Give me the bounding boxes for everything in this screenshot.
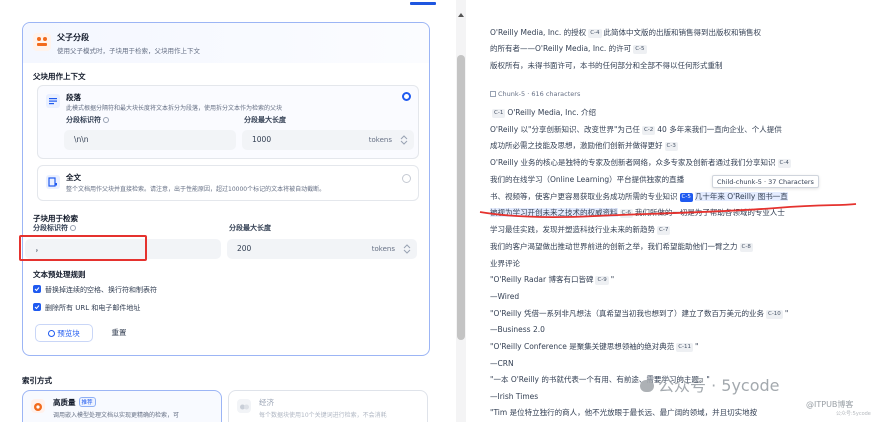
parent-child-header: 父子分段 使用父子模式时，子块用于检索，父块用作上下文: [23, 23, 429, 63]
child-maxlen-unit: tokens: [371, 245, 395, 253]
parent-separator-input[interactable]: \n\n: [64, 130, 236, 150]
preview-line: "O'Reilly Radar 博客有口皆碑 C-9 ": [490, 275, 615, 285]
chunk-tag: C-9: [595, 276, 609, 285]
parent-context-title: 父块用作上下文: [33, 72, 86, 81]
rule2-checkbox[interactable]: [33, 303, 41, 311]
preview-line: —Wired: [490, 292, 520, 301]
preview-line: —Business 2.0: [490, 325, 545, 334]
parent-child-mode-card[interactable]: 父子分段 使用父子模式时，子块用于检索，父块用作上下文 父块用作上下文 段落 此…: [22, 22, 430, 356]
rule2-label: 删除所有 URL 和电子邮件地址: [45, 304, 141, 312]
paragraph-desc: 此模式根据分隔符和最大块长度将文本拆分为段落，使用拆分文本作为检索的父块: [66, 105, 283, 112]
watermark-tiny: 公众号:5ycode: [836, 411, 871, 417]
rule1-label: 替换掉连续的空格、换行符和制表符: [45, 286, 157, 294]
stepper-icon[interactable]: [400, 134, 408, 146]
top-strip: [0, 0, 452, 14]
parent-maxlen-input[interactable]: 1000 tokens: [242, 130, 414, 150]
paragraph-icon: [46, 94, 60, 108]
economy-title: 经济: [259, 398, 274, 407]
paragraph-radio[interactable]: [402, 92, 411, 101]
preprocess-title: 文本预处理规则: [33, 270, 86, 279]
annotation-highlight-box: [19, 235, 147, 261]
high-quality-icon: [31, 399, 45, 413]
step-indicator: [410, 2, 436, 5]
stepper-icon[interactable]: [403, 243, 411, 255]
preview-icon: [48, 330, 56, 337]
fulltext-title: 全文: [66, 173, 81, 182]
scrollbar-thumb[interactable]: [457, 55, 465, 340]
parent-child-title: 父子分段: [57, 33, 89, 42]
high-quality-title: 高质量 推荐: [53, 397, 96, 408]
fulltext-option[interactable]: 全文 整个文档用作父块并直接检索。请注意，出于性能原因，超过10000个标记的文…: [37, 165, 419, 201]
preview-line: 我们的客户渴望做出推动世界前进的创新之举，我们希望能助他们一臂之力 C-8: [490, 242, 753, 252]
watermark: 公众号 · 5ycode: [640, 372, 780, 396]
paragraph-title: 段落: [66, 93, 81, 102]
preview-button[interactable]: 预览块: [35, 324, 93, 342]
child-separator-label: 分段标识符: [33, 223, 76, 233]
preview-line: —CRN: [490, 359, 514, 368]
scroll-up-arrow-icon[interactable]: [458, 13, 464, 17]
fulltext-radio[interactable]: [402, 174, 411, 183]
preview-line: "O'Reilly Conference 是聚集关键思想领袖的绝对典范 C-11 ": [490, 342, 699, 352]
annotation-red-underline: [479, 203, 857, 219]
info-icon: [70, 224, 76, 231]
info-icon: [103, 116, 109, 123]
child-maxlen-label: 分段最大长度: [229, 224, 271, 232]
parent-maxlen-label: 分段最大长度: [244, 116, 286, 124]
economy-option[interactable]: 经济 每个数据块使用10个关键词进行检索，不会消耗: [228, 390, 428, 422]
chunk-settings-panel: 父子分段 使用父子模式时，子块用于检索，父块用作上下文 父块用作上下文 段落 此…: [0, 0, 452, 422]
parent-maxlen-unit: tokens: [368, 136, 392, 144]
watermark-sub: @ITPUB博客: [806, 400, 854, 409]
chunk-tag: C-11: [676, 343, 694, 352]
preview-line: 业界评论: [490, 259, 520, 268]
economy-desc: 每个数据块使用10个关键词进行检索，不会消耗: [259, 412, 387, 419]
fulltext-desc: 整个文档用作父块并直接检索。请注意，出于性能原因，超过10000个标记的文本将被…: [66, 186, 326, 193]
child-maxlen-input[interactable]: 200 tokens: [227, 239, 417, 259]
index-mode-title: 索引方式: [22, 376, 52, 385]
chunk-tag: C-8: [739, 243, 753, 252]
fulltext-icon: [46, 175, 60, 189]
preview-line: —Irish Times: [490, 392, 539, 401]
parent-child-icon: [33, 33, 51, 51]
economy-icon: [237, 399, 251, 413]
reset-button[interactable]: 重置: [99, 324, 139, 342]
chunk-tag: C-10: [765, 310, 783, 319]
wechat-icon: [640, 380, 654, 392]
parent-separator-label: 分段标识符: [66, 115, 109, 125]
high-quality-desc: 调用嵌入模型处理文档以实现更精确的检索，可: [53, 412, 180, 419]
parent-child-desc: 使用父子模式时，子块用于检索，父块用作上下文: [57, 47, 200, 55]
scrollbar[interactable]: [456, 0, 466, 422]
paragraph-option[interactable]: 段落 此模式根据分隔符和最大块长度将文本拆分为段落，使用拆分文本作为检索的父块 …: [37, 85, 419, 159]
high-quality-option[interactable]: 高质量 推荐 调用嵌入模型处理文档以实现更精确的检索，可: [22, 390, 222, 422]
chunk-preview-panel: O'Reilly Media, Inc. 的授权 C-4 此简体中文版的出版和销售得…: [476, 0, 890, 422]
rule1-checkbox[interactable]: [33, 285, 41, 293]
preview-line: "Tim 是位特立独行的商人，他不光放眼于最长远、最广阔的领域，并且切实地按: [490, 408, 758, 417]
preview-line: "O'Reilly 凭借一系列非凡想法（真希望当初我也想到了）建立了数百万美元的…: [490, 309, 789, 319]
recommended-badge: 推荐: [78, 397, 96, 407]
